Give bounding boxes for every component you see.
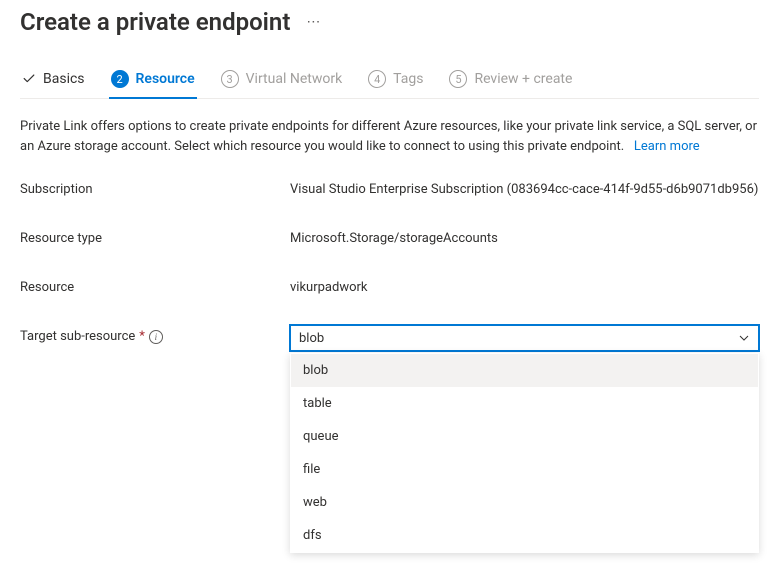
tab-resource[interactable]: 2 Resource — [109, 64, 197, 98]
tab-label: Resource — [136, 71, 195, 87]
required-indicator: * — [139, 329, 145, 344]
info-icon[interactable]: i — [149, 330, 163, 344]
intro-text: Private Link offers options to create pr… — [20, 117, 759, 156]
tab-virtual-network[interactable]: 3 Virtual Network — [219, 64, 345, 98]
field-subscription: Subscription Visual Studio Enterprise Su… — [20, 178, 759, 197]
tab-label: Tags — [393, 71, 423, 87]
subscription-value: Visual Studio Enterprise Subscription (0… — [290, 178, 759, 197]
wizard-tabs: Basics 2 Resource 3 Virtual Network 4 Ta… — [20, 64, 759, 99]
resource-type-value: Microsoft.Storage/storageAccounts — [290, 227, 759, 246]
dropdown-selected-value: blob — [299, 331, 324, 346]
step-badge: 4 — [368, 70, 386, 88]
target-sub-resource-dropdown-wrap: blob blob table queue file web dfs — [290, 325, 759, 351]
tab-label: Virtual Network — [246, 71, 343, 87]
target-sub-resource-label: Target sub-resource * i — [20, 325, 290, 344]
dropdown-option-file[interactable]: file — [291, 453, 758, 486]
tab-label: Basics — [43, 71, 85, 87]
page-title: Create a private endpoint — [20, 8, 290, 36]
step-badge: 3 — [221, 70, 239, 88]
field-target-sub-resource: Target sub-resource * i blob blob table … — [20, 325, 759, 351]
tab-review-create[interactable]: 5 Review + create — [447, 64, 574, 98]
dropdown-option-table[interactable]: table — [291, 387, 758, 420]
tab-tags[interactable]: 4 Tags — [366, 64, 425, 98]
tab-basics[interactable]: Basics — [20, 65, 87, 97]
more-icon[interactable]: ⋯ — [306, 14, 321, 30]
target-sub-resource-dropdown[interactable]: blob — [290, 325, 759, 351]
resource-label: Resource — [20, 276, 290, 295]
dropdown-option-web[interactable]: web — [291, 486, 758, 519]
check-icon — [22, 72, 36, 86]
dropdown-option-blob[interactable]: blob — [291, 354, 758, 387]
step-badge: 2 — [111, 70, 129, 88]
resource-value: vikurpadwork — [290, 276, 759, 295]
page-header: Create a private endpoint ⋯ — [20, 8, 759, 36]
dropdown-list: blob table queue file web dfs — [290, 353, 759, 553]
field-resource: Resource vikurpadwork — [20, 276, 759, 295]
field-resource-type: Resource type Microsoft.Storage/storageA… — [20, 227, 759, 246]
dropdown-option-queue[interactable]: queue — [291, 420, 758, 453]
chevron-down-icon — [738, 332, 750, 344]
dropdown-option-dfs[interactable]: dfs — [291, 519, 758, 552]
step-badge: 5 — [449, 70, 467, 88]
tab-label: Review + create — [474, 71, 572, 87]
learn-more-link[interactable]: Learn more — [634, 139, 700, 154]
resource-type-label: Resource type — [20, 227, 290, 246]
subscription-label: Subscription — [20, 178, 290, 197]
